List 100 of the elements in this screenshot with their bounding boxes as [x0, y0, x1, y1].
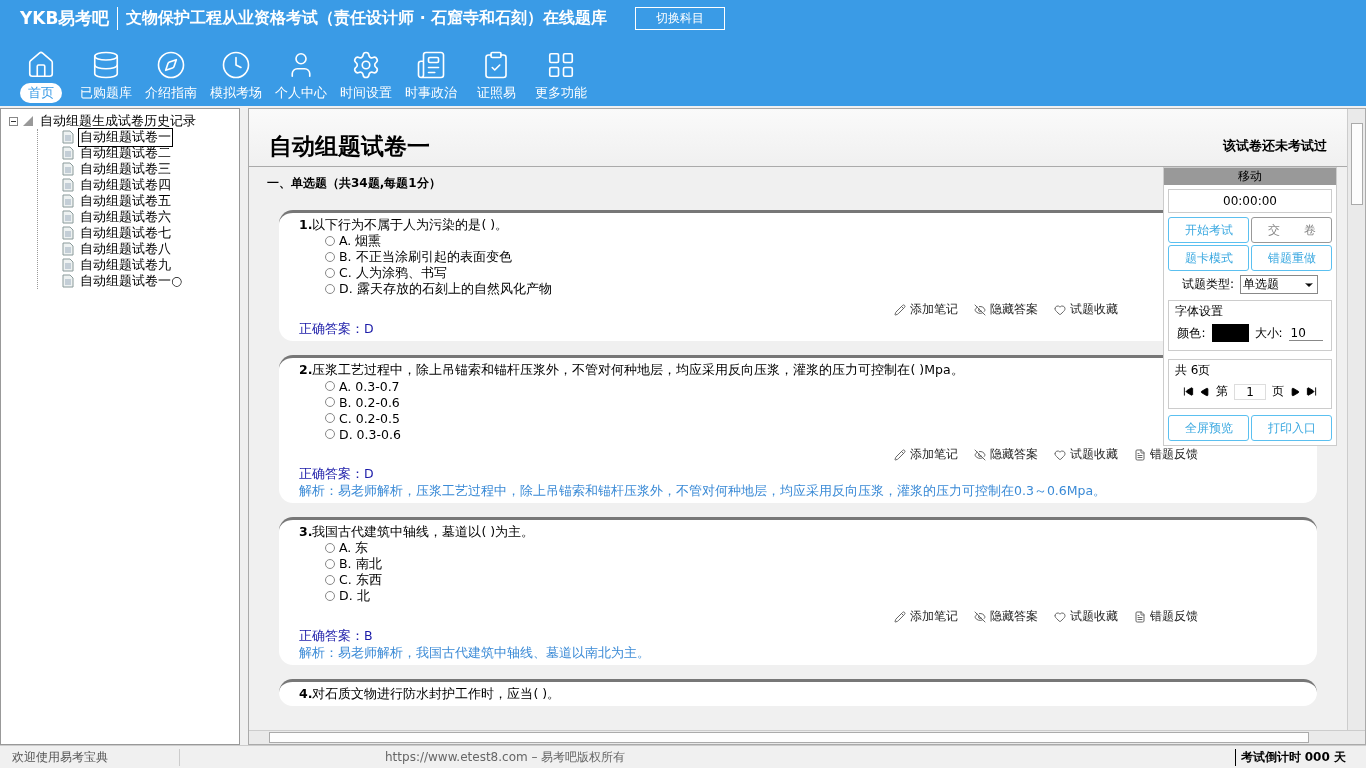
- next-page-icon[interactable]: [1290, 386, 1300, 397]
- previous-page-icon[interactable]: [1200, 386, 1210, 397]
- type-label: 试题类型:: [1181, 276, 1234, 293]
- pencil-icon: [894, 303, 906, 316]
- type-select[interactable]: 单选题: [1240, 275, 1318, 294]
- status-message: 欢迎使用易考宝典: [0, 748, 180, 766]
- action-link[interactable]: 错题反馈: [1134, 608, 1198, 625]
- option-text: C. 0.2-0.5: [339, 410, 400, 426]
- option-text: A. 东: [339, 539, 369, 557]
- panel-header[interactable]: 移动: [1164, 168, 1336, 185]
- action-link[interactable]: 错题反馈: [1134, 446, 1198, 463]
- radio-button[interactable]: [325, 413, 335, 423]
- page-suffix: 页: [1272, 383, 1284, 400]
- tree-item[interactable]: 自动组题试卷一: [78, 127, 173, 147]
- heart-icon: [1054, 303, 1066, 316]
- option-text: D. 0.3-0.6: [339, 426, 401, 442]
- action-link[interactable]: 隐藏答案: [974, 608, 1038, 625]
- fieldset-legend: 共 6页: [1175, 362, 1325, 379]
- heart-icon: [1054, 448, 1066, 461]
- document-icon: [62, 274, 74, 288]
- correct-answer: 正确答案：B: [299, 627, 373, 644]
- grid-icon[interactable]: [546, 50, 576, 80]
- compass-icon[interactable]: [156, 50, 186, 80]
- document-icon: [62, 194, 74, 208]
- collapse-toggle[interactable]: [9, 116, 18, 126]
- action-link[interactable]: 隐藏答案: [974, 446, 1038, 463]
- newspaper-icon[interactable]: [416, 50, 446, 80]
- pencil-icon: [894, 448, 906, 461]
- option-text: B. 南北: [339, 555, 382, 573]
- answer-analysis: 解析：易老师解析，压浆工艺过程中，除上吊锚索和锚杆压浆外，不管对何种地层，均应采用反向压浆，灌浆的压力可控制在0.3～0.6Mpa。: [299, 482, 1107, 499]
- fieldset-legend: 字体设置: [1175, 303, 1325, 320]
- document-icon: [62, 130, 74, 144]
- radio-button[interactable]: [325, 591, 335, 601]
- clock-icon[interactable]: [221, 50, 251, 80]
- pencil-icon: [894, 610, 906, 623]
- radio-button[interactable]: [325, 429, 335, 439]
- color-label: 颜色:: [1177, 324, 1206, 342]
- option-text: B. 不正当涂刷引起的表面变色: [339, 248, 512, 266]
- triangle-icon: [22, 116, 34, 126]
- action-link[interactable]: 试题收藏: [1054, 301, 1118, 318]
- radio-button[interactable]: [325, 252, 335, 262]
- action-link[interactable]: 添加笔记: [894, 608, 958, 625]
- home-icon[interactable]: [26, 50, 56, 80]
- radio-button[interactable]: [325, 268, 335, 278]
- app-logo: YKB易考吧: [20, 7, 119, 30]
- app-title: 文物保护工程从业资格考试（责任设计师 · 石窟寺和石刻）在线题库: [126, 8, 608, 29]
- radio-button[interactable]: [325, 559, 335, 569]
- eye-off-icon: [974, 448, 986, 461]
- action-link[interactable]: 添加笔记: [894, 301, 958, 318]
- radio-button[interactable]: [325, 575, 335, 585]
- heart-icon: [1054, 610, 1066, 623]
- horizontal-scrollbar[interactable]: [249, 730, 1365, 744]
- paper-status: 该试卷还未考试过: [1223, 136, 1327, 155]
- eye-off-icon: [974, 303, 986, 316]
- radio-button[interactable]: [325, 543, 335, 553]
- page-prefix: 第: [1216, 383, 1228, 400]
- document-icon: [62, 210, 74, 224]
- action-link[interactable]: 隐藏答案: [974, 301, 1038, 318]
- option-text: A. 0.3-0.7: [339, 378, 400, 394]
- question-text: 4.对石质文物进行防水封护工作时，应当( )。: [299, 685, 561, 702]
- action-link[interactable]: 试题收藏: [1054, 446, 1118, 463]
- last-page-icon[interactable]: [1306, 386, 1317, 397]
- copyright-text: https://www.etest8.com – 易考吧版权所有: [384, 748, 627, 766]
- option-text: A. 烟熏: [339, 232, 382, 250]
- radio-button[interactable]: [325, 236, 335, 246]
- color-swatch[interactable]: [1211, 324, 1249, 342]
- document-icon: [62, 146, 74, 160]
- document-icon: [62, 178, 74, 192]
- option-text: C. 人为涂鸦、书写: [339, 264, 447, 282]
- database-icon[interactable]: [91, 50, 121, 80]
- action-link[interactable]: 试题收藏: [1054, 608, 1118, 625]
- first-page-icon[interactable]: [1183, 386, 1194, 397]
- eye-off-icon: [974, 610, 986, 623]
- correct-answer: 正确答案：D: [299, 320, 374, 337]
- radio-button[interactable]: [325, 397, 335, 407]
- option-text: D. 北: [339, 587, 370, 605]
- correct-answer: 正确答案：D: [299, 465, 374, 482]
- radio-button[interactable]: [325, 284, 335, 294]
- countdown-text: 考试倒计时 000 天: [1234, 748, 1366, 766]
- document-icon: [62, 242, 74, 256]
- document-icon: [1134, 610, 1146, 623]
- paper-title: 自动组题试卷一: [269, 132, 430, 161]
- page-field[interactable]: 1: [1234, 383, 1266, 400]
- option-text: B. 0.2-0.6: [339, 394, 400, 410]
- option-text: C. 东西: [339, 571, 382, 589]
- settings-icon[interactable]: [351, 50, 381, 80]
- question-text: 3.我国古代建筑中轴线，墓道以( )为主。: [299, 523, 535, 540]
- radio-button[interactable]: [325, 381, 335, 391]
- vertical-scrollbar[interactable]: [1347, 109, 1365, 730]
- answer-analysis: 解析：易老师解析，我国古代建筑中轴线、墓道以南北为主。: [299, 644, 650, 661]
- size-label: 大小:: [1254, 324, 1283, 342]
- size-field[interactable]: 10: [1288, 325, 1323, 341]
- question-text: 1.以下行为不属于人为污染的是( )。: [299, 216, 509, 233]
- document-icon: [62, 258, 74, 272]
- document-icon: [62, 162, 74, 176]
- option-text: D. 露天存放的石刻上的自然风化产物: [339, 280, 552, 298]
- action-link[interactable]: 添加笔记: [894, 446, 958, 463]
- document-icon: [1134, 448, 1146, 461]
- timer: 00:00:00: [1168, 189, 1332, 213]
- section-heading: 一、单选题（共34题,每题1分）: [267, 175, 441, 192]
